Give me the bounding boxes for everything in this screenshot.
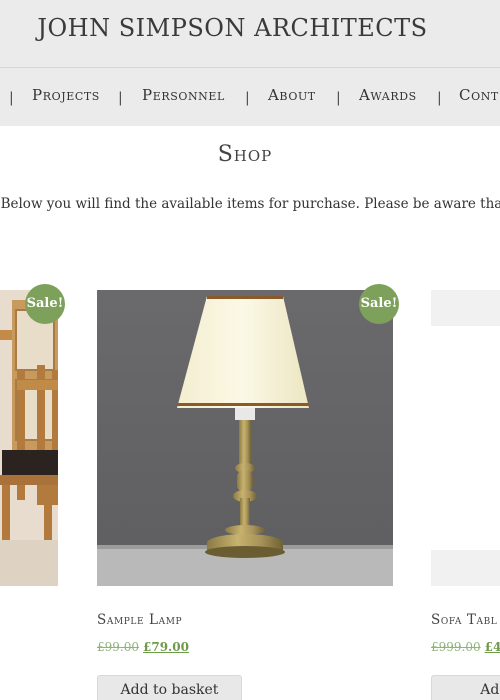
header-divider bbox=[0, 67, 500, 68]
nav-separator: | bbox=[118, 90, 123, 106]
product-name[interactable]: Sofa Tabl bbox=[431, 612, 497, 628]
brass-lamp-image bbox=[97, 290, 393, 586]
product-name[interactable]: Sample Lamp bbox=[97, 612, 182, 628]
main-nav: | Projects | Personnel | About | Awards … bbox=[0, 86, 500, 110]
page-title: Shop bbox=[217, 142, 273, 167]
nav-separator: | bbox=[437, 90, 442, 106]
old-price: £99.00 bbox=[97, 640, 139, 654]
product-price: £999.00£499 bbox=[431, 640, 500, 654]
sale-badge: Sale! bbox=[25, 284, 65, 324]
old-price: £999.00 bbox=[431, 640, 481, 654]
sale-price: £499 bbox=[484, 640, 500, 654]
sale-badge: Sale! bbox=[359, 284, 399, 324]
nav-separator: | bbox=[245, 90, 250, 106]
product-price: £99.00 £79.00 bbox=[97, 640, 189, 654]
nav-separator: | bbox=[336, 90, 341, 106]
site-title[interactable]: JOHN SIMPSON ARCHITECTS bbox=[0, 14, 465, 42]
nav-item-personnel[interactable]: Personnel bbox=[142, 86, 225, 104]
nav-item-projects[interactable]: Projects bbox=[32, 86, 100, 104]
product-image-chairs[interactable] bbox=[0, 290, 58, 586]
shop-intro-text: . Below you will find the available item… bbox=[0, 196, 500, 212]
product-image-sofa-table[interactable] bbox=[431, 290, 500, 586]
site-header: JOHN SIMPSON ARCHITECTS | Projects | Per… bbox=[0, 0, 500, 126]
nav-item-contact[interactable]: Cont bbox=[459, 86, 499, 104]
product-image-sample-lamp[interactable] bbox=[97, 290, 393, 586]
placeholder-image bbox=[431, 290, 500, 586]
nav-item-about[interactable]: About bbox=[268, 86, 316, 104]
sale-price: £79.00 bbox=[143, 640, 189, 654]
add-to-basket-button[interactable]: Add to basket bbox=[97, 675, 242, 700]
nav-separator: | bbox=[9, 90, 14, 106]
shop-page: JOHN SIMPSON ARCHITECTS | Projects | Per… bbox=[0, 0, 500, 700]
nav-item-awards[interactable]: Awards bbox=[359, 86, 417, 104]
add-to-basket-button[interactable]: Add to bbox=[431, 675, 500, 700]
dining-chairs-image bbox=[0, 290, 58, 586]
